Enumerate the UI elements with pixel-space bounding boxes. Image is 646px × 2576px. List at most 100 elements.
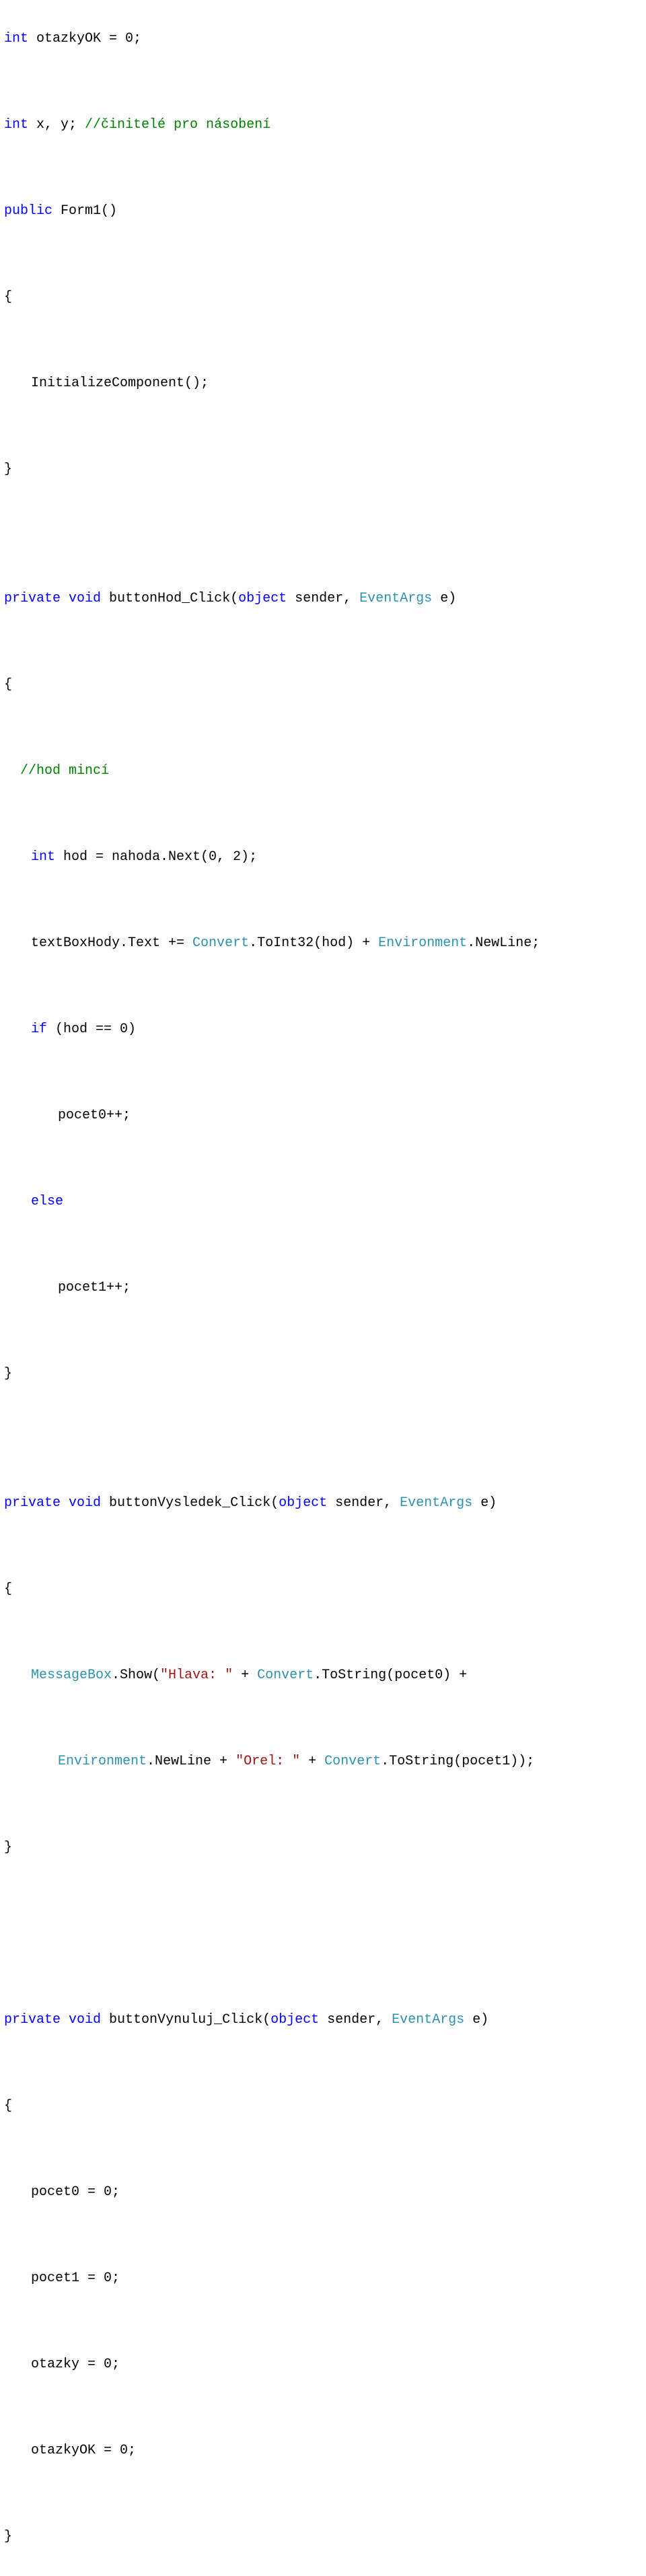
code-line: public Form1() bbox=[4, 201, 642, 222]
code-text: sender, bbox=[287, 591, 359, 606]
class-name: EventArgs bbox=[400, 1495, 472, 1511]
code-line: textBoxHody.Text += Convert.ToInt32(hod)… bbox=[31, 933, 642, 954]
keyword-void: void bbox=[69, 1495, 101, 1511]
code-text: .NewLine + bbox=[147, 1754, 236, 1769]
keyword-void: void bbox=[69, 591, 101, 606]
code-text: otazkyOK = 0; bbox=[31, 2443, 136, 2458]
code-line: pocet1 = 0; bbox=[31, 2268, 642, 2289]
code-line: } bbox=[4, 1363, 642, 1385]
code-line: { bbox=[4, 287, 642, 308]
keyword-object: object bbox=[279, 1495, 327, 1511]
code-line bbox=[4, 1622, 642, 1643]
code-text: buttonVynuluj_Click( bbox=[101, 2012, 271, 2028]
keyword-public: public bbox=[4, 203, 52, 219]
code-text: e) bbox=[464, 2012, 489, 2028]
code-text bbox=[61, 591, 69, 606]
brace-close: } bbox=[4, 2529, 12, 2544]
code-line: private void buttonVynuluj_Click(object … bbox=[4, 2009, 642, 2031]
code-text: e) bbox=[432, 591, 456, 606]
code-line bbox=[4, 502, 642, 524]
code-text: otazkyOK = 0; bbox=[28, 31, 141, 46]
code-line bbox=[4, 717, 642, 739]
code-text: e) bbox=[472, 1495, 497, 1511]
code-text: .ToString(pocet1)); bbox=[381, 1754, 534, 1769]
class-name: Environment bbox=[378, 935, 467, 951]
code-line: MessageBox.Show("Hlava: " + Convert.ToSt… bbox=[31, 1665, 642, 1686]
code-text: + bbox=[233, 1668, 257, 1683]
code-line bbox=[4, 1708, 642, 1729]
code-text: + bbox=[300, 1754, 324, 1769]
code-line: pocet1++; bbox=[58, 1277, 642, 1299]
code-line bbox=[4, 416, 642, 437]
class-name: MessageBox bbox=[31, 1668, 112, 1683]
code-line bbox=[4, 2139, 642, 2160]
code-text: (hod == 0) bbox=[47, 1022, 136, 1037]
code-line bbox=[4, 2311, 642, 2332]
code-line bbox=[4, 1406, 642, 1428]
code-text: buttonVysledek_Click( bbox=[101, 1495, 279, 1511]
keyword-private: private bbox=[4, 591, 61, 606]
code-line: int otazkyOK = 0; bbox=[4, 28, 642, 50]
class-name: Environment bbox=[58, 1754, 147, 1769]
code-line: Environment.NewLine + "Orel: " + Convert… bbox=[58, 1751, 642, 1773]
class-name: Convert bbox=[257, 1668, 314, 1683]
code-line bbox=[4, 1148, 642, 1170]
code-line bbox=[4, 976, 642, 997]
string-literal: "Orel: " bbox=[236, 1754, 300, 1769]
keyword-int: int bbox=[4, 117, 28, 133]
code-text: otazky = 0; bbox=[31, 2357, 120, 2372]
code-line bbox=[4, 631, 642, 653]
code-line bbox=[4, 244, 642, 265]
code-text bbox=[61, 2012, 69, 2028]
keyword-private: private bbox=[4, 1495, 61, 1511]
code-line bbox=[4, 71, 642, 93]
keyword-else: else bbox=[31, 1194, 63, 1209]
brace-open: { bbox=[4, 1581, 12, 1597]
code-line: private void buttonVysledek_Click(object… bbox=[4, 1493, 642, 1514]
class-name: Convert bbox=[192, 935, 249, 951]
code-line: otazkyOK = 0; bbox=[31, 2440, 642, 2462]
code-line: pocet0 = 0; bbox=[31, 2182, 642, 2203]
code-line: if (hod == 0) bbox=[31, 1019, 642, 1040]
code-line bbox=[4, 1880, 642, 1902]
keyword-if: if bbox=[31, 1022, 47, 1037]
code-line bbox=[4, 1320, 642, 1342]
code-line: } bbox=[4, 1837, 642, 1859]
code-text: InitializeComponent(); bbox=[31, 375, 209, 391]
code-line bbox=[4, 1234, 642, 1256]
code-text bbox=[61, 1495, 69, 1511]
code-line: private void buttonHod_Click(object send… bbox=[4, 588, 642, 610]
brace-close: } bbox=[4, 1366, 12, 1382]
brace-open: { bbox=[4, 677, 12, 692]
code-text: textBoxHody.Text += bbox=[31, 935, 192, 951]
code-line bbox=[4, 330, 642, 351]
code-text: .Show( bbox=[112, 1668, 160, 1683]
code-line bbox=[4, 2052, 642, 2074]
code-text: sender, bbox=[319, 2012, 392, 2028]
code-line: pocet0++; bbox=[58, 1105, 642, 1126]
keyword-void: void bbox=[69, 2012, 101, 2028]
code-line: { bbox=[4, 2096, 642, 2117]
comment: //činitelé pro násobení bbox=[85, 117, 271, 133]
code-text: pocet0++; bbox=[58, 1108, 131, 1123]
code-line: InitializeComponent(); bbox=[31, 373, 642, 394]
code-line bbox=[4, 2397, 642, 2419]
keyword-object: object bbox=[271, 2012, 319, 2028]
code-line bbox=[4, 890, 642, 911]
code-line: int hod = nahoda.Next(0, 2); bbox=[31, 847, 642, 868]
string-literal: "Hlava: " bbox=[160, 1668, 233, 1683]
code-line bbox=[4, 1923, 642, 1945]
code-line: otazky = 0; bbox=[31, 2354, 642, 2375]
code-line bbox=[4, 2225, 642, 2246]
code-text: pocet0 = 0; bbox=[31, 2184, 120, 2200]
code-text: .ToInt32(hod) + bbox=[249, 935, 378, 951]
code-line bbox=[4, 157, 642, 179]
keyword-int: int bbox=[4, 31, 28, 46]
code-text: buttonHod_Click( bbox=[101, 591, 238, 606]
code-line bbox=[4, 1966, 642, 1988]
class-name: EventArgs bbox=[359, 591, 432, 606]
code-line bbox=[4, 1062, 642, 1083]
code-text: hod = nahoda.Next(0, 2); bbox=[55, 849, 257, 865]
code-line bbox=[4, 1794, 642, 1816]
code-line: else bbox=[31, 1191, 642, 1213]
